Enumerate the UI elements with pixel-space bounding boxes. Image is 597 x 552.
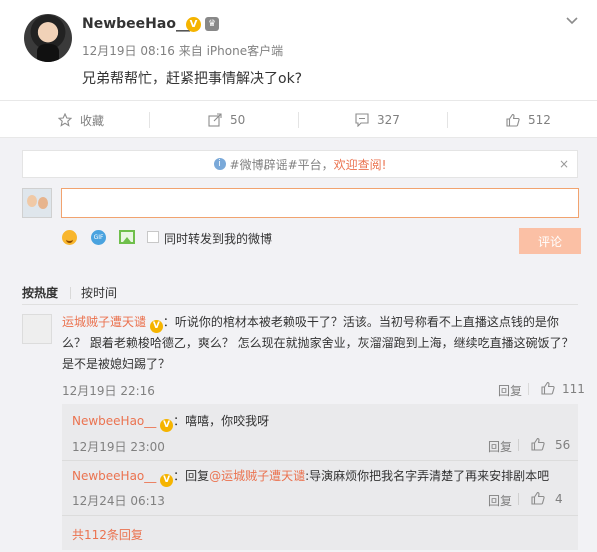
divider [70,286,72,299]
star-icon [57,112,73,127]
action-bar: 收藏 50 327 512 [0,100,597,138]
reply-reply-button[interactable]: 回复 [488,438,512,455]
comment-like-count: 111 [562,382,585,396]
comment-icon [355,113,369,128]
like-button[interactable]: 512 [506,101,551,139]
comment-section: i #微博辟谣#平台， 欢迎查阅! × GIF 同时转发到我的微博 评论 按热度… [0,138,597,552]
author-name[interactable]: NewbeeHao__ [82,16,190,32]
sort-bar: 按热度 按时间 [22,284,117,301]
comment-time: 12月19日 22:16 [62,384,155,398]
comment-reply-button[interactable]: 回复 [498,382,522,399]
reply-list: NewbeeHao__ V ：嘻嘻，你咬我呀 12月19日 23:00 回复 56… [62,404,578,550]
verified-badge-icon: V [186,17,201,32]
post-meta: 12月19日 08:16 来自 iPhone客户端 [82,44,284,58]
commenter-name[interactable]: 运城贼子遭天谴 [62,315,146,329]
thumbs-up-icon[interactable] [531,491,545,505]
divider [62,460,578,461]
reply-content: ：嘻嘻，你咬我呀 [173,414,270,428]
comment-button[interactable]: 327 [355,101,400,139]
chevron-down-icon[interactable] [566,14,578,28]
repost-button[interactable]: 50 [208,101,245,139]
verified-badge-icon: V [160,474,174,487]
thumbs-up-icon[interactable] [541,381,555,395]
rumor-notice: i #微博辟谣#平台， 欢迎查阅! × [22,150,578,178]
divider [518,493,519,505]
sort-by-hot[interactable]: 按热度 [22,284,58,301]
sort-by-time[interactable]: 按时间 [81,284,117,301]
reply-like-count: 4 [555,492,563,506]
notice-text: #微博辟谣#平台， [229,157,334,172]
verified-badge-icon: V [149,320,163,333]
reply-time: 12月24日 06:13 [72,494,165,508]
info-icon: i [213,158,226,170]
repost-icon [208,113,222,127]
divider [149,112,150,128]
reply-time: 12月19日 23:00 [72,440,165,454]
forward-label[interactable]: 同时转发到我的微博 [164,230,272,247]
comment-input[interactable] [61,188,579,218]
reply-content: :导演麻烦你把我名字弄清楚了再来安排剧本吧 [305,469,550,483]
mention-link[interactable]: @运城贼子遭天谴 [209,469,305,483]
divider [447,112,448,128]
author-avatar[interactable] [24,14,72,62]
commenter-avatar[interactable] [22,314,52,344]
more-replies-link[interactable]: 共112条回复 [72,526,143,543]
forward-checkbox[interactable] [147,231,159,243]
verified-badge-icon: V [160,419,174,432]
comment-count: 327 [377,113,400,127]
close-icon[interactable]: × [559,157,569,171]
like-count: 512 [528,113,551,127]
member-crown-icon[interactable]: ♛ [205,17,219,31]
thumbs-up-icon [506,113,520,127]
post-text: 兄弟帮帮忙，赶紧把事情解决了ok? [82,71,303,87]
reply-author[interactable]: NewbeeHao__ [72,469,156,483]
weibo-post: NewbeeHao__ V ♛ 12月19日 08:16 来自 iPhone客户… [0,0,597,100]
repost-count: 50 [230,113,246,127]
reply-text: NewbeeHao__ V ：回复@运城贼子遭天谴:导演麻烦你把我名字弄清楚了再来… [72,467,549,487]
divider [528,383,529,395]
thumbs-up-icon[interactable] [531,437,545,451]
submit-comment-button[interactable]: 评论 [519,228,581,254]
image-icon[interactable] [119,230,135,244]
divider [22,304,578,305]
divider [518,439,519,451]
emoji-icon[interactable] [62,230,77,245]
current-user-avatar[interactable] [22,188,52,218]
reply-like-count: 56 [555,438,571,452]
reply-text: NewbeeHao__ V ：嘻嘻，你咬我呀 [72,412,269,432]
reply-reply-button[interactable]: 回复 [488,492,512,509]
divider [298,112,299,128]
comment-body: 运城贼子遭天谴 V ：听说你的棺材本被老赖吸干了？活该。当初号称看不上直播这点钱的… [62,312,582,375]
gif-icon[interactable]: GIF [91,230,106,245]
reply-author[interactable]: NewbeeHao__ [72,414,156,428]
reply-prefix: ：回复 [173,469,210,483]
divider [62,515,578,516]
notice-link[interactable]: 欢迎查阅! [334,156,387,173]
favorite-label: 收藏 [80,113,105,128]
favorite-button[interactable]: 收藏 [57,101,105,139]
